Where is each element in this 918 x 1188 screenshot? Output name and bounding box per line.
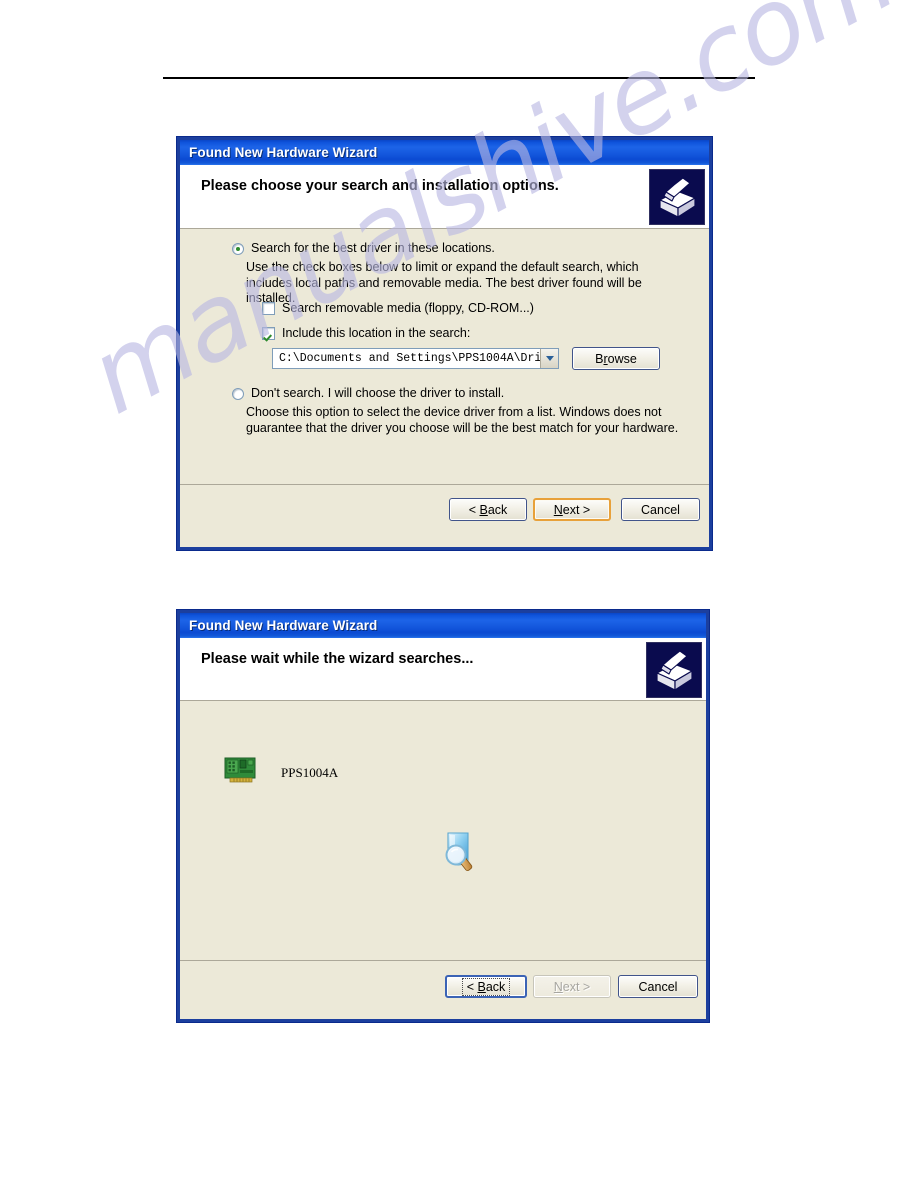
browse-button-label: Browse: [595, 351, 637, 366]
checkbox-include-location[interactable]: Include this location in the search:: [262, 326, 470, 340]
next-button-label: Next >: [553, 979, 591, 994]
found-device-name: PPS1004A: [281, 765, 339, 780]
back-button-label: < Back: [468, 502, 508, 517]
back-button-label: < Back: [461, 977, 511, 996]
hardware-wizard-icon: [646, 642, 702, 698]
chevron-down-icon[interactable]: [540, 349, 558, 368]
pci-card-icon: [224, 757, 256, 789]
titlebar: Found New Hardware Wizard: [180, 613, 706, 638]
hardware-wizard-icon: [649, 169, 705, 225]
titlebar: Found New Hardware Wizard: [180, 140, 709, 165]
found-device-item: PPS1004A: [224, 757, 338, 789]
location-combobox-value: C:\Documents and Settings\PPS1004A\Drive…: [279, 352, 540, 365]
checkbox-search-removable-media[interactable]: Search removable media (floppy, CD-ROM..…: [262, 301, 534, 315]
cancel-button-label: Cancel: [638, 979, 678, 994]
checkbox-indicator: [262, 301, 275, 315]
next-button: Next >: [533, 975, 611, 998]
radio-indicator: [232, 243, 244, 255]
browse-button[interactable]: Browse: [572, 347, 660, 370]
next-button-label: Next >: [553, 502, 591, 517]
checkbox-include-location-label: Include this location in the search:: [282, 326, 471, 340]
found-new-hardware-wizard-dialog-2: Found New Hardware Wizard Please wait wh…: [176, 609, 710, 1023]
radio-search-best-driver-label: Search for the best driver in these loca…: [251, 241, 495, 255]
back-button[interactable]: < Back: [449, 498, 527, 521]
dont-search-option-description: Choose this option to select the device …: [246, 405, 679, 435]
page-header-rule: [163, 77, 755, 79]
search-option-description: Use the check boxes below to limit or ex…: [246, 260, 642, 305]
wizard-header: Please wait while the wizard searches...: [180, 638, 706, 701]
wizard-footer: < Back Next > Cancel: [180, 484, 709, 538]
radio-dont-search-label: Don't search. I will choose the driver t…: [251, 386, 505, 400]
checkbox-search-removable-media-label: Search removable media (floppy, CD-ROM..…: [282, 301, 534, 315]
checkbox-indicator: [262, 326, 275, 340]
page-title: Please choose your search and installati…: [201, 178, 559, 194]
cancel-button[interactable]: Cancel: [618, 975, 698, 998]
radio-dont-search[interactable]: Don't search. I will choose the driver t…: [232, 386, 504, 400]
wizard-body: PPS1004A: [180, 701, 706, 960]
found-new-hardware-wizard-dialog-1: Found New Hardware Wizard Please choose …: [176, 136, 713, 551]
titlebar-title: Found New Hardware Wizard: [189, 618, 378, 633]
titlebar-title: Found New Hardware Wizard: [189, 145, 378, 160]
next-button[interactable]: Next >: [533, 498, 611, 521]
magnifier-search-icon: [437, 828, 479, 879]
cancel-button[interactable]: Cancel: [621, 498, 700, 521]
radio-indicator: [232, 388, 244, 400]
cancel-button-label: Cancel: [641, 502, 680, 517]
wizard-footer: < Back Next > Cancel: [180, 960, 706, 1017]
radio-search-best-driver[interactable]: Search for the best driver in these loca…: [232, 241, 495, 255]
location-combobox[interactable]: C:\Documents and Settings\PPS1004A\Drive…: [272, 348, 559, 369]
wizard-header: Please choose your search and installati…: [180, 165, 709, 229]
wizard-body: Search for the best driver in these loca…: [180, 229, 709, 484]
back-button[interactable]: < Back: [445, 975, 527, 998]
page-title: Please wait while the wizard searches...: [201, 651, 474, 667]
